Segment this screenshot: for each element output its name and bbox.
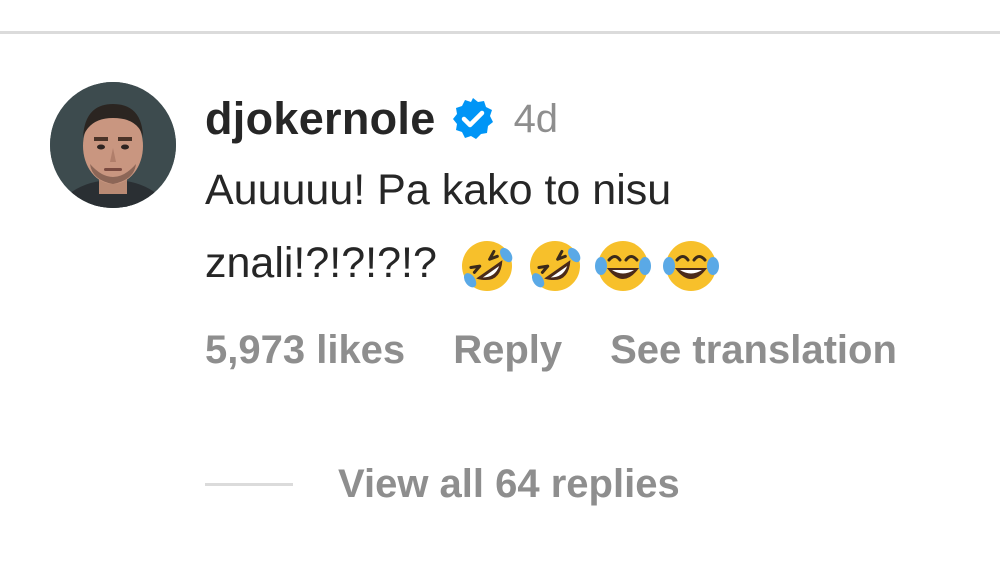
- avatar[interactable]: [50, 82, 176, 208]
- avatar-icon: [50, 82, 176, 208]
- emoji-group: [455, 236, 723, 296]
- see-translation-button[interactable]: See translation: [610, 328, 897, 373]
- username-link[interactable]: djokernole: [205, 93, 436, 145]
- top-divider: [0, 31, 1000, 34]
- reply-button[interactable]: Reply: [453, 328, 562, 373]
- comment-header: djokernole 4d: [205, 88, 1000, 150]
- comment-timestamp[interactable]: 4d: [514, 97, 559, 142]
- verified-badge-icon: [450, 96, 496, 142]
- comment-text-container: Auuuuu! Pa kako to nisu znali!?!?!?!?: [205, 154, 845, 300]
- rolling-on-floor-laughing-icon: [523, 236, 587, 296]
- rolling-on-floor-laughing-icon: [455, 236, 519, 296]
- comment-panel: djokernole 4d Auuuuu! Pa kako to nisu zn…: [0, 0, 1000, 572]
- face-with-tears-of-joy-icon: [659, 236, 723, 296]
- view-replies-button[interactable]: View all 64 replies: [205, 462, 680, 507]
- likes-count-button[interactable]: 5,973 likes: [205, 328, 405, 373]
- comment-actions: 5,973 likes Reply See translation: [205, 328, 897, 373]
- view-replies-label: View all 64 replies: [338, 462, 680, 506]
- comment-body: djokernole 4d Auuuuu! Pa kako to nisu zn…: [205, 88, 1000, 300]
- face-with-tears-of-joy-icon: [591, 236, 655, 296]
- replies-divider: [205, 483, 293, 486]
